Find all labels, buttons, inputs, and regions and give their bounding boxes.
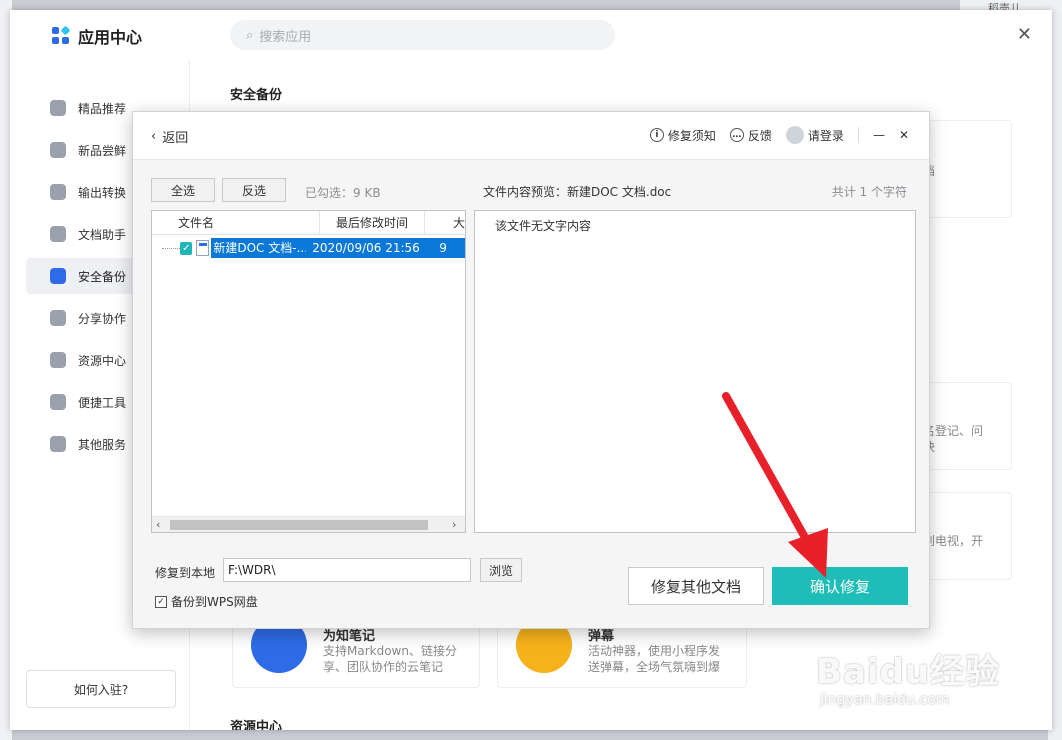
watermark-sub: jingyan.baidu.com	[820, 692, 950, 708]
app-title: 应用中心	[52, 24, 142, 48]
file-name-cell: 新建DOC 文档-...	[211, 238, 307, 258]
how-to-join-button[interactable]: 如何入驻?	[26, 670, 176, 708]
feedback-icon: …	[729, 128, 744, 142]
scroll-left-icon[interactable]: ‹	[156, 517, 160, 532]
feedback-button[interactable]: … 反馈	[729, 127, 772, 144]
sidebar-item-label: 便捷工具	[78, 395, 127, 410]
app-card-desc: 名登记、问 块	[923, 424, 984, 454]
section-title: 安全备份	[230, 88, 283, 103]
dialog-header-actions: i 修复须知 … 反馈 请登录 — ✕	[649, 126, 909, 144]
sidebar-item-label: 其他服务	[78, 437, 127, 452]
close-icon[interactable]: ✕	[1017, 24, 1032, 45]
app-card-desc: 支持Markdown、链接分 享、团队协作的云笔记	[323, 644, 457, 674]
shield-icon	[50, 268, 66, 284]
doc-assistant-icon	[50, 226, 66, 242]
repair-help-button[interactable]: i 修复须知	[649, 127, 716, 144]
doc-file-icon	[196, 240, 210, 256]
baidu-jingyan-watermark: Baidu经验 jingyan.baidu.com	[810, 622, 1010, 717]
more-icon	[50, 436, 66, 452]
flame-icon	[50, 142, 66, 158]
dialog-header: ‹ 返回 i 修复须知 … 反馈 请登录 — ✕	[133, 112, 929, 160]
backup-label: 备份到WPS网盘	[171, 595, 258, 609]
scrollbar-thumb[interactable]	[170, 520, 428, 530]
app-center-logo-icon	[52, 25, 71, 45]
avatar-icon	[785, 126, 804, 144]
horizontal-scrollbar[interactable]: ‹ ›	[152, 516, 465, 532]
repair-help-label: 修复须知	[667, 128, 716, 143]
minimize-icon[interactable]: —	[873, 128, 885, 142]
file-size-cell: 9	[437, 238, 465, 258]
close-icon[interactable]: ✕	[899, 128, 909, 142]
browse-button[interactable]: 浏览	[480, 558, 522, 582]
login-button[interactable]: 请登录	[785, 126, 844, 144]
file-list-header: 文件名 最后修改时间 大	[152, 211, 465, 235]
column-modified[interactable]: 最后修改时间	[320, 211, 425, 235]
back-button[interactable]: ‹ 返回	[151, 127, 188, 146]
sidebar-item-label: 安全备份	[78, 269, 127, 284]
search-placeholder: 搜索应用	[259, 29, 312, 45]
preview-text: 该文件无文字内容	[495, 219, 592, 233]
feedback-label: 反馈	[747, 128, 772, 143]
tree-line	[162, 247, 181, 249]
red-arrow-annotation	[722, 392, 828, 578]
char-count: 共计 1 个字符	[831, 185, 907, 199]
back-label: 返回	[162, 131, 189, 146]
app-card-desc: 活动神器，使用小程序发 送弹幕，全场气氛嗨到爆	[588, 644, 721, 674]
file-list: 文件名 最后修改时间 大 ✓ 新建DOC 文档-... 2020/09/06 2…	[151, 210, 466, 533]
sidebar-item-label: 输出转换	[78, 185, 127, 200]
sidebar-item-label: 精品推荐	[78, 101, 127, 116]
watermark-main: Baidu经验	[816, 652, 1001, 692]
briefcase-icon	[50, 352, 66, 368]
path-label: 修复到本地	[155, 566, 216, 580]
column-size[interactable]: 大	[425, 211, 465, 235]
search-input[interactable]: ⌕ 搜索应用	[230, 20, 615, 50]
search-icon: ⌕	[246, 27, 254, 43]
sidebar-item-label: 文档助手	[78, 227, 127, 242]
section-title-resources: 资源中心	[230, 720, 283, 730]
header-divider	[857, 127, 859, 143]
info-icon: i	[649, 128, 664, 142]
sidebar-item-label: 新品尝鲜	[78, 143, 127, 158]
invert-selection-button[interactable]: 反选	[222, 178, 286, 202]
app-card-desc: 到电视，开	[923, 534, 984, 548]
select-all-button[interactable]: 全选	[151, 178, 215, 202]
file-modified-cell: 2020/09/06 21:56	[306, 238, 438, 258]
chevron-left-icon: ‹	[151, 129, 157, 144]
scroll-right-icon[interactable]: ›	[452, 517, 456, 532]
table-row[interactable]: ✓ 新建DOC 文档-... 2020/09/06 21:56 9	[152, 237, 465, 259]
file-checkbox[interactable]: ✓	[180, 241, 193, 255]
share-icon	[50, 310, 66, 326]
sidebar-item-label: 分享协作	[78, 311, 127, 326]
preview-title: 文件内容预览：新建DOC 文档.doc	[483, 185, 672, 199]
diamond-icon	[50, 100, 66, 116]
selected-size: 已勾选：9 KB	[305, 186, 381, 200]
app-title-text: 应用中心	[78, 28, 143, 47]
lightning-icon	[50, 394, 66, 410]
sidebar-item-label: 资源中心	[78, 353, 127, 368]
checkbox-icon: ✓	[155, 595, 167, 608]
column-filename[interactable]: 文件名	[152, 211, 320, 235]
backup-to-cloud-checkbox[interactable]: ✓ 备份到WPS网盘	[155, 593, 258, 610]
convert-icon	[50, 184, 66, 200]
login-label: 请登录	[807, 128, 844, 143]
repair-path-input[interactable]	[223, 558, 471, 582]
